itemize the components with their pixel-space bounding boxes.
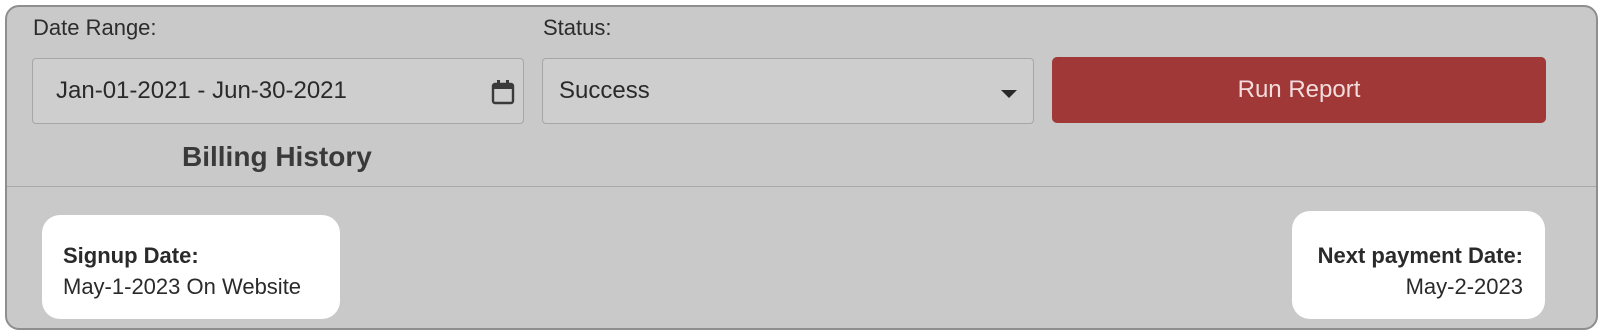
date-range-value: Jan-01-2021 - Jun-30-2021	[56, 77, 347, 104]
signup-date-value: May-1-2023 On Website	[63, 274, 302, 299]
next-payment-value: May-2-2023	[1405, 274, 1523, 299]
date-range-input[interactable]: Jan-01-2021 - Jun-30-2021	[32, 58, 524, 124]
calendar-icon[interactable]	[491, 79, 515, 105]
divider	[7, 186, 1596, 187]
run-report-button[interactable]: Run Report	[1052, 57, 1546, 123]
status-label: Status:	[543, 15, 612, 40]
section-title: Billing History	[182, 141, 372, 172]
billing-filter-panel: Date Range: Status: Jan-01-2021 - Jun-30…	[5, 5, 1598, 330]
next-payment-card: Next payment Date: May-2-2023	[1292, 211, 1545, 319]
signup-date-card: Signup Date: May-1-2023 On Website	[42, 215, 340, 319]
status-select[interactable]: Success	[542, 58, 1034, 124]
date-range-label: Date Range:	[33, 15, 157, 40]
next-payment-label: Next payment Date:	[1317, 243, 1523, 268]
signup-date-label: Signup Date:	[63, 243, 199, 268]
status-select-value: Success	[559, 77, 650, 104]
caret-down-icon	[1001, 90, 1017, 98]
